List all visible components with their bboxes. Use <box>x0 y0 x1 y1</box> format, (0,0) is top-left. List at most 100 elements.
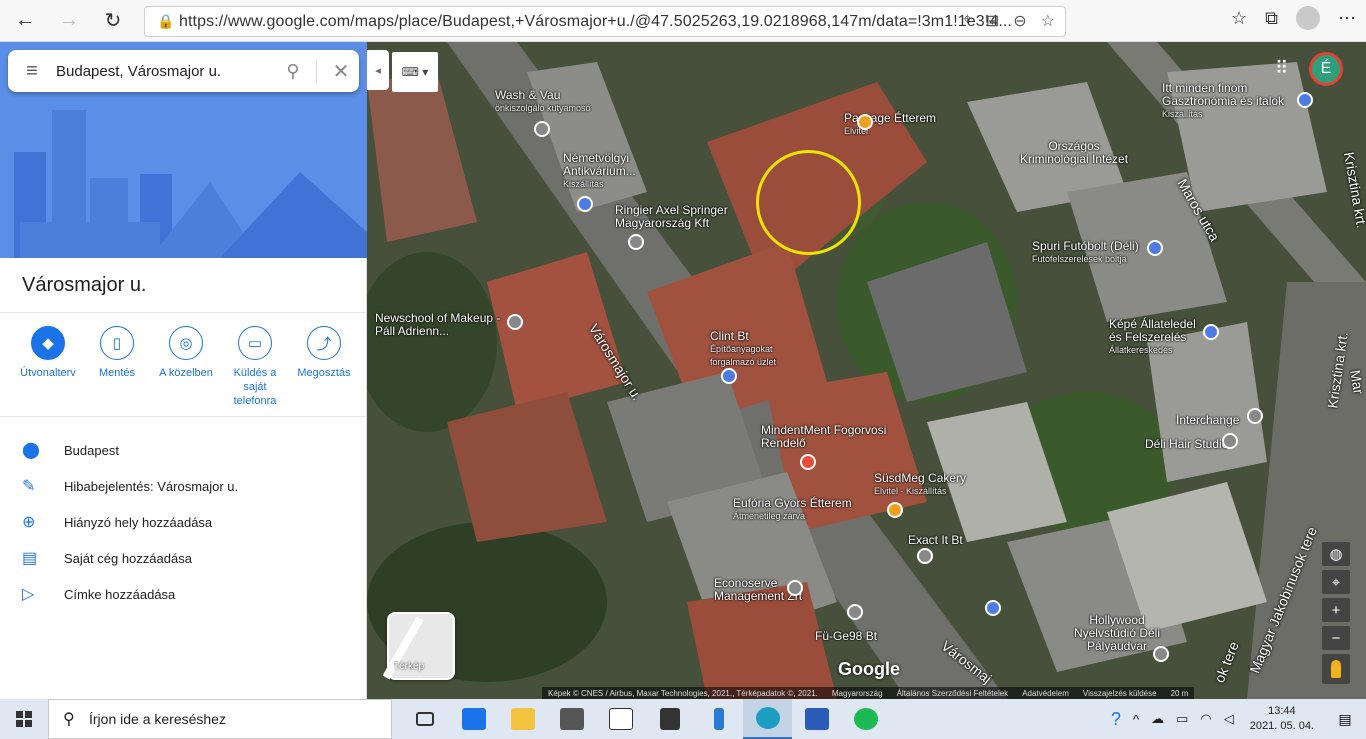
menu-icon[interactable]: ≡ <box>8 60 56 83</box>
bolt-app[interactable] <box>694 699 743 739</box>
map-label[interactable]: Képé Állateledel és Felszerelés Állatkere… <box>1109 318 1209 357</box>
bookmark-icon: ▯ <box>100 326 134 360</box>
poi-pin-icon[interactable] <box>1247 408 1263 424</box>
map-label[interactable]: Newschool of Makeup - Páll Adrienn... <box>375 312 515 338</box>
send-to-phone-button[interactable]: ▭ Küldés a saját telefonra <box>223 326 287 408</box>
attribution-terms[interactable]: Általános Szerződési Feltételek <box>897 689 1009 698</box>
network-status-icon[interactable]: ☁ <box>1145 711 1170 727</box>
shop-pin-icon[interactable] <box>577 196 593 212</box>
volume-icon[interactable]: ◁ <box>1218 711 1240 727</box>
directions-button[interactable]: ◆ Útvonalterv <box>16 326 80 408</box>
pegman-icon[interactable] <box>1322 654 1350 684</box>
globe-icon[interactable]: ◍ <box>1322 542 1350 566</box>
info-add-place[interactable]: ⊕ Hiányzó hely hozzáadása <box>0 504 367 540</box>
close-icon[interactable]: ✕ <box>323 59 359 84</box>
restaurant-pin-icon[interactable] <box>857 114 873 130</box>
nearby-button[interactable]: ◎ A közelben <box>154 326 218 408</box>
task-view-button[interactable] <box>400 699 449 739</box>
help-icon[interactable]: ? <box>1105 709 1127 730</box>
poi-pin-icon[interactable] <box>847 604 863 620</box>
map-label[interactable]: Spuri Futóbolt (Déli) Futófelszerelések b… <box>1032 240 1139 266</box>
shop-pin-icon[interactable] <box>1147 240 1163 256</box>
refresh-icon: ↻ <box>104 10 122 32</box>
map-label[interactable]: Németvölgyi Antikvárium... Kiszállítás <box>563 152 673 191</box>
spotify-app[interactable] <box>841 699 890 739</box>
map-label[interactable]: Déli Hair Studio <box>1145 438 1228 451</box>
map-label[interactable]: Eufória Gyors Étterem Átmenetileg zárva <box>733 497 852 523</box>
start-button[interactable] <box>0 699 48 739</box>
wifi-icon[interactable]: ◠ <box>1194 711 1217 727</box>
dental-pin-icon[interactable] <box>800 454 816 470</box>
notifications-icon[interactable]: ▤ <box>1324 711 1366 728</box>
dropbox-app[interactable] <box>645 699 694 739</box>
more-icon[interactable]: ⋯ <box>1338 8 1356 29</box>
poi-pin-icon[interactable] <box>534 121 550 137</box>
poi-pin-icon[interactable] <box>1153 646 1169 662</box>
poi-pin-icon[interactable] <box>1222 433 1238 449</box>
map-label[interactable]: Országos Kriminológiai Intézet <box>1015 140 1133 166</box>
search-box[interactable]: ≡ Budapest, Városmajor u. ⚲ ✕ <box>8 50 359 92</box>
collapse-panel-button[interactable]: ◂ <box>367 50 389 90</box>
url-text[interactable]: https://www.google.com/maps/place/Budape… <box>179 13 1039 31</box>
my-location-icon[interactable]: ⌖ <box>1322 570 1350 594</box>
zoom-in-button[interactable]: + <box>1322 598 1350 622</box>
zoom-out-button[interactable]: − <box>1322 626 1350 650</box>
map-label[interactable]: Clint Bt Építőanyagokat forgalmazó üzlet <box>710 330 795 369</box>
profile-avatar[interactable] <box>1296 6 1320 30</box>
mail-app[interactable] <box>449 699 498 739</box>
address-bar[interactable]: 🔒 https://www.google.com/maps/place/Buda… <box>144 6 1066 37</box>
collections-icon[interactable]: ⧉ <box>1265 8 1278 29</box>
save-button[interactable]: ▯ Mentés <box>85 326 149 408</box>
attribution-feedback[interactable]: Visszajelzés küldése <box>1083 689 1157 698</box>
attribution-privacy[interactable]: Adatvédelem <box>1022 689 1069 698</box>
info-add-label[interactable]: ▷ Címke hozzáadása <box>0 576 367 612</box>
map-label[interactable]: Ringier Axel Springer Magyarország Kft <box>615 204 765 230</box>
amazon-app[interactable] <box>596 699 645 739</box>
search-input[interactable]: Budapest, Városmajor u. <box>56 63 276 80</box>
poi-pin-icon[interactable] <box>507 314 523 330</box>
chevron-up-icon[interactable]: ^ <box>1127 712 1145 727</box>
map-label[interactable]: MindentMent Fogorvosi Rendelő <box>761 424 891 450</box>
shop-pin-icon[interactable] <box>985 600 1001 616</box>
app-available-icon[interactable]: ⊞ <box>986 11 999 31</box>
map-label[interactable]: SüsdMeg Cakery Elvitel · Kiszállítás <box>874 472 966 498</box>
layer-switcher[interactable]: Térkép <box>382 612 455 680</box>
zoom-icon[interactable]: ⊖ <box>1013 11 1026 31</box>
share-button[interactable]: ⤴ Megosztás <box>292 326 356 408</box>
scale-bar[interactable]: 20 m <box>1171 689 1189 698</box>
account-avatar[interactable]: É <box>1309 52 1343 86</box>
info-address[interactable]: ⬤ Budapest <box>0 432 367 468</box>
taskbar-search[interactable]: ⚲ Írjon ide a kereséshez <box>48 699 392 739</box>
battery-icon[interactable]: ▭ <box>1170 711 1194 727</box>
map-label[interactable]: Wash & Vau önkiszolgáló kutyamosó <box>495 89 591 115</box>
back-button[interactable]: ← <box>6 5 44 37</box>
favorites-icon[interactable]: ☆ <box>1231 8 1247 29</box>
poi-pin-icon[interactable] <box>787 580 803 596</box>
apps-grid-icon[interactable]: ⠿ <box>1275 58 1297 80</box>
attribution-country[interactable]: Magyarország <box>832 689 883 698</box>
map-label[interactable]: Exact It Bt <box>908 534 963 547</box>
map-label[interactable]: Fü-Ge98 Bt <box>815 630 877 643</box>
edge-app[interactable] <box>743 699 792 739</box>
clock[interactable]: 13:44 2021. 05. 04. <box>1240 704 1324 734</box>
shop-pin-icon[interactable] <box>721 368 737 384</box>
poi-pin-icon[interactable] <box>917 548 933 564</box>
info-report[interactable]: ✎ Hibabejelentés: Városmajor u. <box>0 468 367 504</box>
word-app[interactable] <box>792 699 841 739</box>
refresh-button[interactable]: ↻ <box>94 5 132 37</box>
shop-pin-icon[interactable] <box>1203 324 1219 340</box>
restaurant-pin-icon[interactable] <box>887 502 903 518</box>
satellite-map[interactable]: Wash & Vau önkiszolgáló kutyamosó Passage… <box>367 42 1366 699</box>
location-icon[interactable]: ⌖ <box>963 11 972 31</box>
keyboard-button[interactable]: ⌨ ▾ <box>392 52 438 92</box>
forward-button[interactable]: → <box>50 5 88 37</box>
map-label[interactable]: Interchange <box>1176 414 1239 427</box>
search-icon[interactable]: ⚲ <box>276 61 310 82</box>
add-favorite-icon[interactable]: ☆ <box>1041 11 1055 31</box>
store-app[interactable] <box>547 699 596 739</box>
poi-pin-icon[interactable] <box>628 234 644 250</box>
shop-pin-icon[interactable] <box>1297 92 1313 108</box>
divider <box>0 416 367 417</box>
info-add-business[interactable]: ▤ Saját cég hozzáadása <box>0 540 367 576</box>
file-explorer-app[interactable] <box>498 699 547 739</box>
